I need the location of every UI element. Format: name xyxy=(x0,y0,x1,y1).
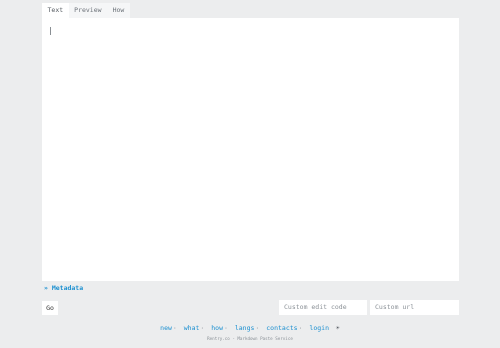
theme-toggle-icon[interactable]: ☀ xyxy=(336,324,340,332)
tab-preview[interactable]: Preview xyxy=(68,3,108,18)
footer-separator: · xyxy=(255,324,260,332)
tab-how[interactable]: How xyxy=(107,3,130,18)
footer-link-langs[interactable]: langs xyxy=(235,324,255,332)
custom-url-input[interactable] xyxy=(370,300,459,315)
footer-link-how[interactable]: how xyxy=(211,324,223,332)
footer-separator: · xyxy=(172,324,177,332)
metadata-toggle[interactable]: » Metadata xyxy=(44,284,83,293)
footer-separator: · xyxy=(298,324,303,332)
footer-separator: · xyxy=(224,324,228,332)
site-tagline: Rentry.co - Markdown Paste Service xyxy=(207,336,293,341)
footer-link-login[interactable]: login xyxy=(309,324,329,332)
editor-tabs: Text Preview How xyxy=(42,3,130,18)
footer-separator: · xyxy=(200,324,205,332)
footer-nav: new· what· how· langs· contacts· login ☀ xyxy=(0,324,500,333)
go-button[interactable]: Go xyxy=(42,301,58,315)
footer-link-new[interactable]: new xyxy=(160,324,172,332)
footer-link-contacts[interactable]: contacts xyxy=(266,324,297,332)
custom-edit-code-input[interactable] xyxy=(279,300,367,315)
tab-text[interactable]: Text xyxy=(42,3,69,18)
footer-link-what[interactable]: what xyxy=(184,324,200,332)
text-editor[interactable] xyxy=(42,18,459,281)
text-cursor xyxy=(50,27,51,35)
